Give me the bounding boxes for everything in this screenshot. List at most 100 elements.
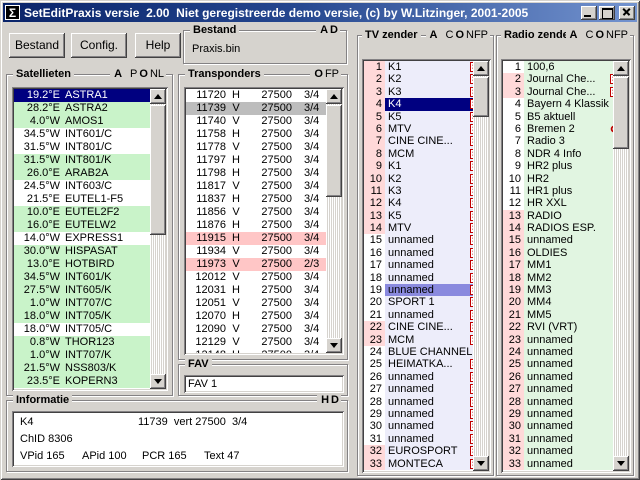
scroll-thumb[interactable] xyxy=(473,77,489,117)
satellite-row[interactable]: 31.5°WINT801/K xyxy=(14,154,166,167)
scroll-thumb[interactable] xyxy=(326,105,342,197)
satellite-row[interactable]: 14.0°WEXPRESS1 xyxy=(14,232,166,245)
tv-scrollbar[interactable] xyxy=(473,61,489,471)
tv-channel-row[interactable]: 11K3 xyxy=(364,185,489,197)
transponder-row[interactable]: 12051V275003/4 xyxy=(186,297,342,310)
tv-channel-row[interactable]: 13K5 xyxy=(364,210,489,222)
tv-channel-row[interactable]: 5K5 xyxy=(364,111,489,123)
scroll-up-button[interactable] xyxy=(150,89,166,104)
radio-channel-row[interactable]: 15unnamed xyxy=(503,234,629,246)
radio-channel-row[interactable]: 16OLDIES xyxy=(503,247,629,259)
radio-channel-row[interactable]: 3Journal Che... xyxy=(503,86,629,98)
radio-channel-row[interactable]: 30unnamed xyxy=(503,420,629,432)
radio-channel-row[interactable]: 20MM4 xyxy=(503,296,629,308)
radio-channel-row[interactable]: 13RADIO xyxy=(503,210,629,222)
satellite-row[interactable]: 13.0°EHOTBIRD xyxy=(14,258,166,271)
titlebar[interactable]: SetEditPraxis versie 2.00 Niet geregistr… xyxy=(3,3,637,22)
satellite-row[interactable]: 30.0°WHISPASAT xyxy=(14,245,166,258)
radio-channel-row[interactable]: 31unnamed xyxy=(503,433,629,445)
satellite-row[interactable]: 18.0°WINT705/K xyxy=(14,310,166,323)
transponders-scrollbar[interactable] xyxy=(326,89,342,353)
transponder-row[interactable]: 11973V275002/3 xyxy=(186,258,342,271)
radio-channel-row[interactable]: 5B5 aktuell xyxy=(503,111,629,123)
transponder-row[interactable]: 11915H275003/4 xyxy=(186,232,342,245)
satellite-row[interactable]: 1.0°WINT707/K xyxy=(14,349,166,362)
satellite-row[interactable]: 24.5°WINT603/C xyxy=(14,180,166,193)
radio-channel-row[interactable]: 8NDR 4 Info xyxy=(503,148,629,160)
tv-channel-row[interactable]: 2K2 xyxy=(364,73,489,85)
scroll-down-button[interactable] xyxy=(326,338,342,353)
config-button[interactable]: Config. xyxy=(71,33,127,58)
scroll-up-button[interactable] xyxy=(613,61,629,76)
transponder-row[interactable]: 12012V275003/4 xyxy=(186,271,342,284)
tv-channel-row[interactable]: 23MCM xyxy=(364,334,489,346)
radio-channel-row[interactable]: 19MM3 xyxy=(503,284,629,296)
tv-channel-row[interactable]: 3K3 xyxy=(364,86,489,98)
radio-channel-row[interactable]: 2Journal Che... xyxy=(503,73,629,85)
tv-channel-row[interactable]: 20SPORT 1 xyxy=(364,296,489,308)
radio-channel-row[interactable]: 25unnamed xyxy=(503,358,629,370)
transponder-row[interactable]: 11720H275003/4 xyxy=(186,89,342,102)
satellite-row[interactable]: 23.5°EKOPERN3 xyxy=(14,375,166,388)
help-button[interactable]: Help xyxy=(135,33,181,58)
satellite-row[interactable]: 18.0°WINT705/C xyxy=(14,323,166,336)
satellite-row[interactable]: 34.5°WINT601/C xyxy=(14,128,166,141)
transponder-row[interactable]: 11837H275003/4 xyxy=(186,193,342,206)
radio-channel-row[interactable]: 28unnamed xyxy=(503,396,629,408)
satellite-row[interactable]: 0.8°WTHOR123 xyxy=(14,336,166,349)
tv-channel-row[interactable]: 30unnamed xyxy=(364,420,489,432)
transponder-row[interactable]: 11798H275003/4 xyxy=(186,167,342,180)
radio-channel-row[interactable]: 4Bayern 4 Klassik xyxy=(503,98,629,110)
transponder-row[interactable]: 11739V275003/4 xyxy=(186,102,342,115)
app-logo-icon[interactable] xyxy=(5,5,20,20)
radio-channel-row[interactable]: 9HR2 plus xyxy=(503,160,629,172)
satellite-row[interactable]: 7.0°WNILESAT1 xyxy=(14,388,166,389)
tv-channel-row[interactable]: 32EUROSPORT xyxy=(364,445,489,457)
scroll-down-button[interactable] xyxy=(473,456,489,471)
radio-channel-row[interactable]: 6Bremen 2 xyxy=(503,123,629,135)
tv-channel-row[interactable]: 25HEIMATKA... xyxy=(364,358,489,370)
radio-channel-row[interactable]: 27unnamed xyxy=(503,383,629,395)
bestand-button[interactable]: Bestand xyxy=(9,33,65,58)
transponder-row[interactable]: 12070H275003/4 xyxy=(186,310,342,323)
satellite-row[interactable]: 10.0°EEUTEL2F2 xyxy=(14,206,166,219)
tv-channel-row[interactable]: 21unnamed xyxy=(364,309,489,321)
tv-channel-row[interactable]: 18unnamed xyxy=(364,272,489,284)
transponder-row[interactable]: 11797H275003/4 xyxy=(186,154,342,167)
radio-channel-row[interactable]: 12HR XXL xyxy=(503,197,629,209)
radio-channel-row[interactable]: 33unnamed xyxy=(503,458,629,470)
radio-channel-row[interactable]: 23unnamed xyxy=(503,334,629,346)
radio-channel-row[interactable]: 1100,6 xyxy=(503,61,629,73)
radio-channel-row[interactable]: 21MM5 xyxy=(503,309,629,321)
maximize-button[interactable] xyxy=(599,6,615,20)
fav-input[interactable] xyxy=(184,375,344,393)
scroll-thumb[interactable] xyxy=(150,105,166,235)
tv-channel-row[interactable]: 26unnamed xyxy=(364,371,489,383)
scroll-up-button[interactable] xyxy=(473,61,489,76)
transponder-row[interactable]: 11934V275003/4 xyxy=(186,245,342,258)
satellites-scrollbar[interactable] xyxy=(150,89,166,389)
tv-channel-row[interactable]: 24BLUE CHANNEL xyxy=(364,346,489,358)
radio-channel-row[interactable]: 10HR2 xyxy=(503,173,629,185)
tv-channel-row[interactable]: 6MTV xyxy=(364,123,489,135)
tv-channel-row[interactable]: 22CINE CINE... xyxy=(364,321,489,333)
scroll-down-button[interactable] xyxy=(613,456,629,471)
radio-channel-row[interactable]: 24unnamed xyxy=(503,346,629,358)
transponder-row[interactable]: 12090V275003/4 xyxy=(186,323,342,336)
radio-channel-row[interactable]: 22RVI (VRT) xyxy=(503,321,629,333)
close-button[interactable] xyxy=(619,6,635,20)
satellite-row[interactable]: 16.0°EEUTELW2 xyxy=(14,219,166,232)
radio-channel-row[interactable]: 7Radio 3 xyxy=(503,135,629,147)
transponder-row[interactable]: 11876H275003/4 xyxy=(186,219,342,232)
tv-channel-row[interactable]: 29unnamed xyxy=(364,408,489,420)
scroll-up-button[interactable] xyxy=(326,89,342,104)
radio-channel-row[interactable]: 17MM1 xyxy=(503,259,629,271)
satellite-row[interactable]: 26.0°EARAB2A xyxy=(14,167,166,180)
tv-channel-row[interactable]: 7CINE CINE... xyxy=(364,135,489,147)
tv-channel-row[interactable]: 31unnamed xyxy=(364,433,489,445)
radio-channel-row[interactable]: 11HR1 plus xyxy=(503,185,629,197)
transponder-row[interactable]: 11817V275003/4 xyxy=(186,180,342,193)
radio-channel-row[interactable]: 26unnamed xyxy=(503,371,629,383)
tv-channel-row[interactable]: 12K4 xyxy=(364,197,489,209)
transponder-row[interactable]: 11856V275003/4 xyxy=(186,206,342,219)
